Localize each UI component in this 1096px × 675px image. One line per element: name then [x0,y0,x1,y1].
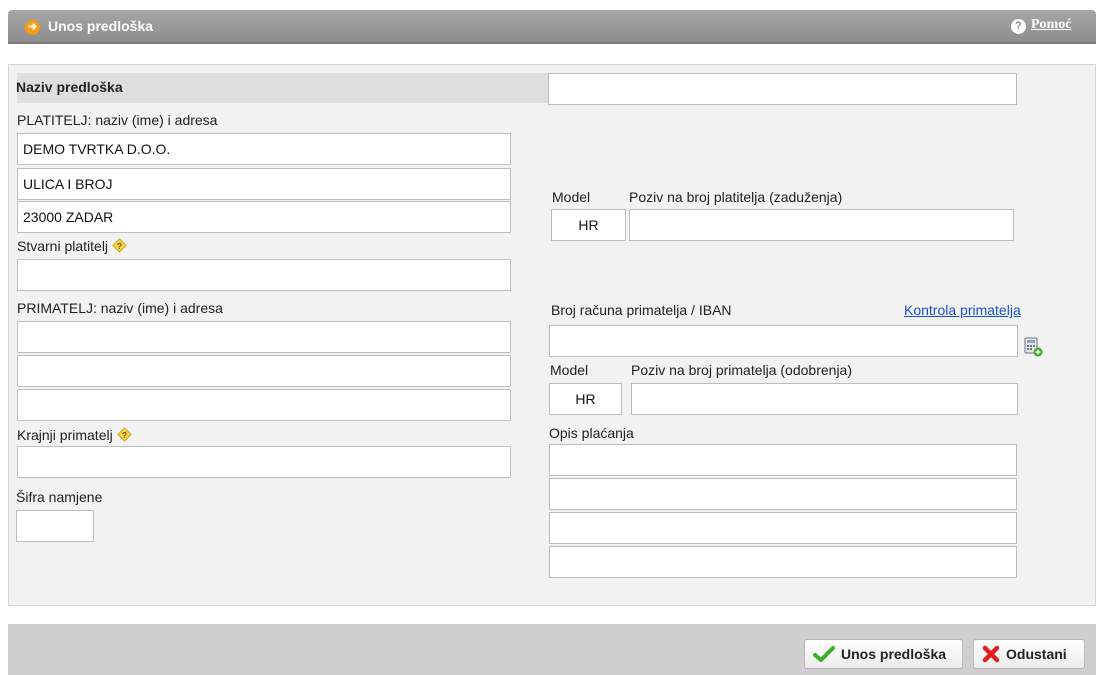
svg-text:?: ? [117,241,122,251]
svg-text:?: ? [122,430,127,440]
help-icon[interactable]: ? [1011,19,1026,34]
payer-reference-label: Poziv na broj platitelja (zaduženja) [629,189,843,205]
payer-reference-input[interactable] [629,209,1014,241]
payer-name-input[interactable]: DEMO TVRTKA D.O.O. [17,133,511,165]
payee-model-label: Model [550,362,589,378]
payer-label: PLATITELJ: naziv (ime) i adresa [17,112,218,128]
check-payee-link[interactable]: Kontrola primatelja [904,302,1021,318]
payment-description-line[interactable] [549,444,1017,476]
footer-bar: Unos predloška Odustani [8,624,1096,675]
payee-reference-label: Poziv na broj primatelja (odobrenja) [631,362,852,378]
submit-template-label: Unos predloška [841,646,947,662]
purpose-code-input[interactable] [16,510,94,542]
payment-description-line[interactable] [549,546,1017,578]
payer-model-input[interactable]: HR [551,209,626,241]
payee-account-label: Broj računa primatelja / IBAN [551,302,732,318]
calculator-add-icon[interactable] [1024,337,1044,357]
form-panel: Naziv predloška PLATITELJ: naziv (ime) i… [8,64,1096,606]
payer-city-input[interactable]: 23000 ZADAR [17,201,511,233]
arrow-right-icon: ➔ [25,20,40,35]
template-name-label: Naziv predloška [16,79,123,95]
payee-reference-input[interactable] [631,383,1018,415]
payment-description-label: Opis plaćanja [549,425,634,441]
page-title: Unos predloška [48,18,154,34]
check-icon [813,646,835,662]
purpose-code-label: Šifra namjene [16,489,103,505]
question-icon[interactable]: ? [112,238,127,253]
actual-payer-label-row: Stvarni platitelj? [17,238,127,254]
help-link[interactable]: Pomoć [1031,17,1071,33]
final-payee-input[interactable] [17,446,511,478]
final-payee-label-row: Krajnji primatelj? [17,427,132,443]
submit-template-button[interactable]: Unos predloška [804,639,963,669]
x-icon [982,645,1000,663]
actual-payer-label: Stvarni platitelj [17,238,109,254]
title-bar: ➔ Unos predloška ? Pomoć [8,10,1096,44]
payee-model-input[interactable]: HR [549,383,622,415]
payee-name-input[interactable] [17,321,511,353]
payee-account-input[interactable] [549,325,1018,357]
payment-description-line[interactable] [549,512,1017,544]
template-name-input[interactable] [548,73,1017,105]
payee-street-input[interactable] [17,355,511,387]
payer-model-label: Model [552,189,591,205]
question-icon[interactable]: ? [116,427,132,442]
cancel-button[interactable]: Odustani [973,639,1085,669]
cancel-label: Odustani [1006,646,1067,662]
payer-street-input[interactable]: ULICA I BROJ [17,168,511,200]
final-payee-label: Krajnji primatelj [17,427,113,443]
actual-payer-input[interactable] [17,259,511,291]
payee-city-input[interactable] [17,389,511,421]
payment-description-line[interactable] [549,478,1017,510]
payee-label: PRIMATELJ: naziv (ime) i adresa [17,300,223,316]
